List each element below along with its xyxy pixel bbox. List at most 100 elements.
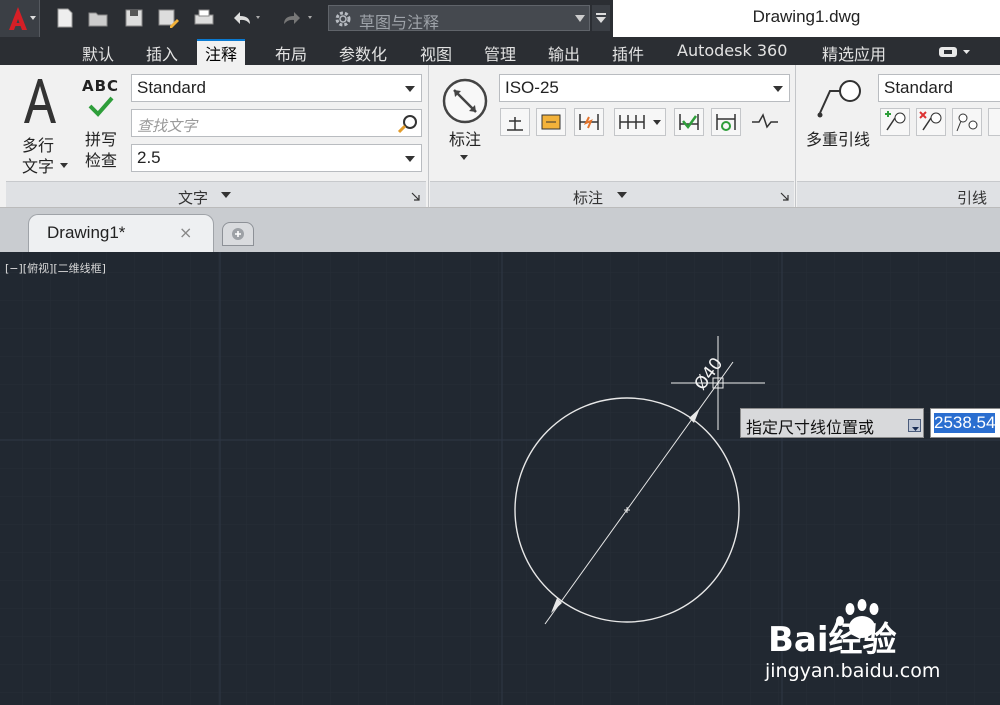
chevron-down-icon <box>405 156 415 162</box>
multileader-icon <box>817 80 861 118</box>
chevron-down-icon <box>617 192 627 198</box>
dynamic-input-prompt-text: 指定尺寸线位置或 <box>746 418 875 437</box>
dim-update-icon <box>716 114 736 131</box>
document-title-area: Drawing1.dwg <box>613 0 1000 37</box>
tab-parametric[interactable]: 参数化 <box>339 41 387 65</box>
chevron-down-icon <box>912 427 919 431</box>
tab-addins[interactable]: 插件 <box>612 41 644 65</box>
multiline-text-button[interactable]: 多行 文字 <box>8 71 70 181</box>
dialog-launcher-icon[interactable] <box>411 192 420 201</box>
dimension-panel-title: 标注 <box>573 189 604 207</box>
save-icon[interactable] <box>122 6 146 30</box>
panel-separator <box>428 65 429 207</box>
remove-leader-icon <box>919 111 942 131</box>
undo-icon[interactable] <box>228 6 260 30</box>
text-style-value: Standard <box>137 78 206 97</box>
quick-access-customize-button[interactable] <box>592 5 610 31</box>
find-text-input[interactable]: 查找文字 <box>131 109 422 137</box>
dim-update-button[interactable] <box>711 108 741 136</box>
save-as-icon[interactable] <box>156 6 180 30</box>
leader-panel-title: 引线 <box>957 189 988 207</box>
open-file-icon[interactable] <box>86 6 110 30</box>
multileader-style-dropdown[interactable]: Standard <box>878 74 1000 102</box>
viewport-controls[interactable]: [−][俯视][二维线框] <box>5 260 106 276</box>
drawing-canvas[interactable]: Ø40 [−][俯视][二维线框] 指定尺寸线位置或 2538.54 Bai经验… <box>0 252 1000 705</box>
tab-output[interactable]: 输出 <box>548 41 580 65</box>
spell-check-label-1: 拼写 <box>84 130 117 149</box>
new-drawing-tab-button[interactable] <box>222 222 254 246</box>
dim-space-button[interactable] <box>536 108 566 136</box>
text-height-dropdown[interactable]: 2.5 <box>131 144 422 172</box>
tab-manage[interactable]: 管理 <box>484 41 516 65</box>
dim-continue-icon <box>619 115 661 129</box>
dimension-panel-title-bar[interactable]: 标注 <box>430 181 794 207</box>
tab-annotate[interactable]: 注释 <box>197 39 246 65</box>
panel-separator <box>795 65 796 207</box>
new-file-icon[interactable] <box>53 6 77 30</box>
remove-leader-button[interactable] <box>916 108 946 136</box>
tab-default[interactable]: 默认 <box>82 41 114 65</box>
watermark-url: jingyan.baidu.com <box>765 660 941 682</box>
ribbon-toggle-icon <box>939 47 970 57</box>
workspace-selector[interactable]: 草图与注释 <box>328 5 590 32</box>
tab-insert[interactable]: 插入 <box>146 41 178 65</box>
dim-break-button[interactable] <box>574 108 604 136</box>
dim-inspect-icon <box>679 114 699 130</box>
chevron-down-icon <box>596 13 606 23</box>
multileader-label: 多重引线 <box>805 130 870 149</box>
chevron-down-icon <box>405 86 415 92</box>
dim-inspect-button[interactable] <box>674 108 704 136</box>
align-leaders-button[interactable] <box>952 108 982 136</box>
dim-baseline-button[interactable] <box>500 108 530 136</box>
multiline-text-label-1: 多行 <box>21 136 54 155</box>
file-tab-drawing1[interactable]: Drawing1* × <box>28 214 214 252</box>
tab-autodesk360[interactable]: Autodesk 360 <box>677 41 787 65</box>
multileader-button[interactable]: 多重引线 <box>800 75 874 175</box>
dim-jog-icon <box>752 113 778 129</box>
watermark-brand-text: Bai经验 <box>768 620 897 660</box>
ribbon: 多行 文字 ABC 拼写 检查 Standard 查找文字 2.5 文字 标注 <box>0 65 1000 208</box>
tab-layout[interactable]: 布局 <box>275 41 307 65</box>
ribbon-minimize-button[interactable] <box>937 43 973 61</box>
text-a-icon <box>24 79 56 123</box>
multiline-text-label-2: 文字 <box>21 157 54 176</box>
dim-continue-button[interactable] <box>614 108 666 136</box>
dimension-style-value: ISO-25 <box>505 78 559 97</box>
leader-panel-title-bar[interactable]: 引线 <box>797 181 1000 207</box>
text-panel-title-bar[interactable]: 文字 <box>6 181 426 207</box>
dynamic-input-value-field[interactable]: 2538.54 <box>930 408 1000 438</box>
application-menu-button[interactable] <box>0 0 40 37</box>
multileader-style-value: Standard <box>884 78 953 97</box>
chevron-down-icon <box>221 192 231 198</box>
find-replace-icon[interactable] <box>396 113 420 135</box>
text-height-value: 2.5 <box>137 148 161 167</box>
workspace-label: 草图与注释 <box>359 13 440 32</box>
dim-jog-button[interactable] <box>750 108 780 136</box>
dimension-button[interactable]: 标注 <box>438 75 492 175</box>
ribbon-tab-bar: 默认 插入 注释 布局 参数化 视图 管理 输出 插件 Autodesk 360… <box>0 37 1000 65</box>
dim-space-icon <box>541 114 561 130</box>
dimension-circle-icon <box>442 78 488 124</box>
chevron-down-icon <box>60 163 68 168</box>
autocad-logo-icon <box>9 7 36 30</box>
file-tab-bar: Drawing1* × <box>0 208 1000 252</box>
align-leaders-icon <box>956 113 978 132</box>
prompt-options-button[interactable] <box>908 419 921 432</box>
redo-icon[interactable] <box>280 6 312 30</box>
plot-icon[interactable] <box>192 6 216 30</box>
chevron-down-icon <box>460 155 468 160</box>
dialog-launcher-icon[interactable] <box>780 192 789 201</box>
dim-baseline-icon <box>507 117 523 131</box>
dimension-style-dropdown[interactable]: ISO-25 <box>499 74 790 102</box>
spell-check-button[interactable]: ABC 拼写 检查 <box>76 75 126 181</box>
text-style-dropdown[interactable]: Standard <box>131 74 422 102</box>
plus-icon <box>232 228 244 240</box>
dimension-label: 标注 <box>448 130 481 149</box>
tab-featured-apps[interactable]: 精选应用 <box>822 41 886 65</box>
collect-leaders-button[interactable] <box>988 108 1000 136</box>
chevron-down-icon <box>575 15 585 22</box>
add-leader-button[interactable] <box>880 108 910 136</box>
close-icon[interactable]: × <box>179 223 192 242</box>
tab-view[interactable]: 视图 <box>420 41 452 65</box>
find-text-placeholder: 查找文字 <box>137 118 198 135</box>
